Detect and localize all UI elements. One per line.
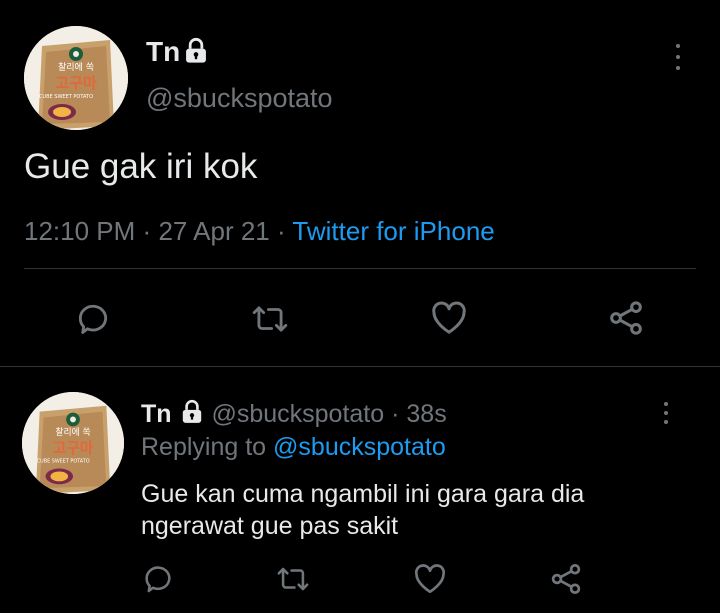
separator: ·: [391, 400, 400, 428]
tweet-source-link[interactable]: Twitter for iPhone: [292, 216, 494, 246]
retweet-icon[interactable]: [275, 562, 311, 596]
handle[interactable]: @sbuckspotato: [211, 400, 384, 428]
display-name[interactable]: Tn: [146, 36, 180, 68]
reply-text: Gue kan cuma ngambil ini gara gara dia n…: [141, 478, 584, 542]
separator: ·: [142, 216, 152, 246]
avatar[interactable]: 찰리에 쏙 고구마 CUBE SWEET POTATO: [24, 26, 128, 130]
heart-icon[interactable]: [429, 298, 469, 338]
share-icon[interactable]: [606, 298, 646, 338]
tweet-time: 12:10 PM: [24, 216, 136, 246]
avatar-brand-text: 찰리에 쏙: [55, 427, 90, 438]
avatar-english-text: CUBE SWEET POTATO: [39, 94, 93, 100]
avatar-korean-text: 고구마: [53, 440, 94, 457]
heart-icon[interactable]: [412, 561, 448, 597]
avatar[interactable]: 찰리에 쏙 고구마 CUBE SWEET POTATO: [22, 392, 124, 494]
reply-text-line: ngerawat gue pas sakit: [141, 512, 399, 540]
reply-icon[interactable]: [74, 300, 112, 338]
tweet-date: 27 Apr 21: [158, 216, 270, 246]
more-icon[interactable]: [674, 44, 682, 70]
avatar-image: 찰리에 쏙 고구마 CUBE SWEET POTATO: [22, 392, 124, 494]
reply-header: Tn @sbuckspotato · 38s: [141, 398, 447, 433]
divider: [0, 366, 720, 367]
avatar-image: 찰리에 쏙 고구마 CUBE SWEET POTATO: [24, 26, 128, 130]
replying-to-label: Replying to: [141, 433, 267, 461]
tweet-meta: 12:10 PM · 27 Apr 21 · Twitter for iPhon…: [24, 214, 495, 248]
reply-icon[interactable]: [141, 562, 175, 596]
avatar-brand-text: 찰리에 쏙: [58, 62, 94, 73]
lock-icon: [182, 37, 210, 65]
divider: [24, 268, 696, 269]
handle[interactable]: @sbuckspotato: [146, 82, 333, 114]
retweet-icon[interactable]: [250, 300, 290, 338]
display-name[interactable]: Tn: [141, 400, 172, 428]
replying-to: Replying to @sbuckspotato: [141, 431, 446, 463]
tweet-text: Gue gak iri kok: [24, 147, 258, 186]
avatar-english-text: CUBE SWEET POTATO: [37, 459, 90, 465]
replying-to-handle-link[interactable]: @sbuckspotato: [273, 433, 446, 461]
tweet-age: 38s: [406, 400, 447, 428]
more-icon[interactable]: [662, 402, 670, 424]
share-icon[interactable]: [548, 561, 584, 597]
avatar-korean-text: 고구마: [55, 74, 97, 92]
lock-icon: [179, 399, 205, 433]
reply-text-line: Gue kan cuma ngambil ini gara gara dia: [141, 480, 585, 508]
separator: ·: [276, 216, 286, 246]
